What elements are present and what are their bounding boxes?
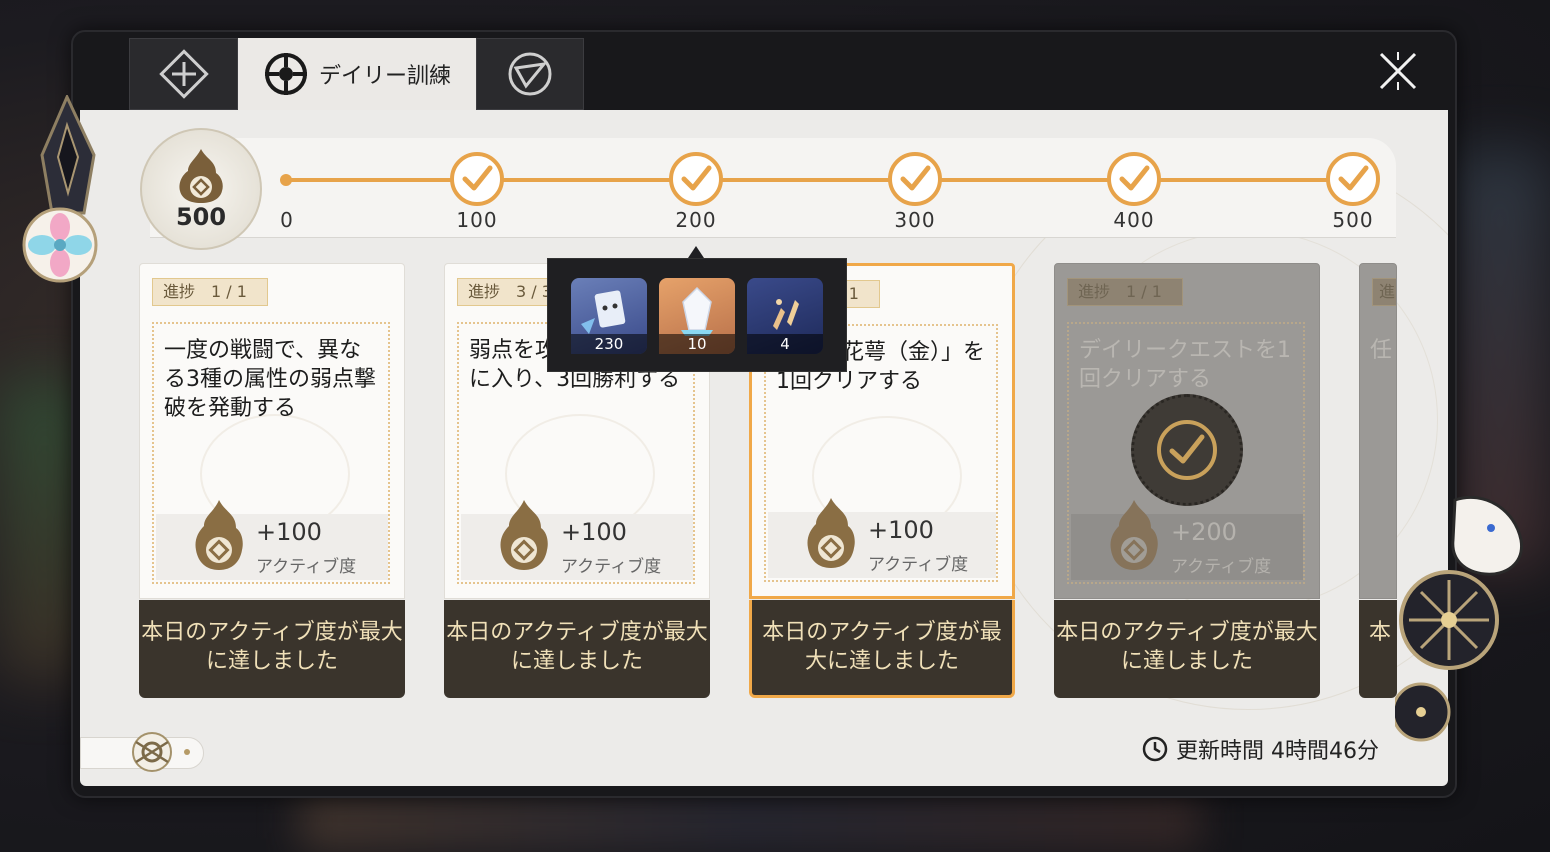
card-footer: 本	[1359, 600, 1397, 698]
check-icon	[1119, 165, 1150, 191]
tab-bar: デイリー訓練	[80, 38, 1448, 110]
reward-amount: +100	[561, 518, 627, 546]
progress-badge: 進捗 1 / 1	[1067, 278, 1183, 306]
quest-description: 一度の戦闘で、異なる3種の属性の弱点撃破を発動する	[164, 338, 376, 421]
reward-item[interactable]: 4	[747, 278, 823, 354]
milestone-node[interactable]	[450, 152, 504, 206]
activity-flame-icon	[497, 496, 551, 578]
milestone-reward-tooltip: 230 10 4	[547, 258, 847, 372]
tab-daily-label: デイリー訓練	[318, 64, 451, 89]
check-icon	[900, 165, 931, 191]
reward-item[interactable]: 10	[659, 278, 735, 354]
milestone-label: 500	[1332, 208, 1374, 232]
gear-emblem-icon[interactable]	[128, 728, 176, 776]
tooltip-pointer	[688, 246, 704, 258]
quest-description: 任	[1370, 338, 1393, 363]
reward-label: アクティブ度	[868, 555, 969, 575]
progress-badge: 進	[1372, 278, 1396, 306]
reward-amount: +100	[868, 516, 934, 544]
activity-medal: 500	[140, 128, 262, 250]
activity-flame-icon	[804, 494, 858, 576]
activity-progress-strip	[150, 138, 1396, 238]
milestone-label: 100	[456, 208, 498, 232]
milestone-label: 400	[1113, 208, 1155, 232]
reward-quantity: 4	[747, 334, 823, 354]
reset-timer: 更新時間 4時間46分	[1142, 734, 1379, 764]
activity-flame-icon	[179, 149, 223, 203]
flower-decoration	[1391, 490, 1535, 760]
progress-badge: 進捗 1 / 1	[152, 278, 268, 306]
reward-quantity: 230	[571, 334, 647, 354]
activity-flame-icon	[1107, 496, 1161, 578]
quest-card-completed[interactable]: 進捗 1 / 1 デイリークエストを1回クリアする +200 アクティブ度	[1054, 263, 1320, 599]
tab-guide[interactable]	[129, 38, 238, 110]
reward-box: +100 アクティブ度	[156, 500, 388, 580]
check-icon	[681, 165, 712, 191]
milestone-node[interactable]	[1107, 152, 1161, 206]
milestone-label: 300	[894, 208, 936, 232]
check-icon	[1338, 165, 1369, 191]
quest-card[interactable]: 進捗 1 / 1 一度の戦闘で、異なる3種の属性の弱点撃破を発動する +100 …	[139, 263, 405, 599]
quest-description: デイリークエストを1回クリアする	[1079, 338, 1291, 392]
indicator-dot	[184, 749, 190, 755]
milestone-label: 0	[280, 208, 294, 232]
tab-other[interactable]	[476, 38, 584, 110]
milestone-node[interactable]	[888, 152, 942, 206]
activity-flame-icon	[192, 496, 246, 578]
reward-box: +200 アクティブ度	[1071, 500, 1303, 580]
reward-quantity: 10	[659, 334, 735, 354]
check-circle-icon	[1157, 420, 1217, 480]
circle-arrow-icon	[506, 50, 554, 98]
progress-start-dot	[280, 174, 292, 186]
diamond-grid-icon	[158, 48, 210, 100]
activity-current-value: 500	[175, 203, 227, 231]
milestone-node[interactable]	[1326, 152, 1380, 206]
reward-label: アクティブ度	[561, 557, 662, 577]
milestone-label: 200	[675, 208, 717, 232]
reward-box: +100 アクティブ度	[768, 498, 996, 578]
background-blur	[300, 790, 1200, 852]
reward-amount: +200	[1171, 518, 1237, 546]
reward-label: アクティブ度	[1171, 557, 1272, 577]
reset-timer-label: 更新時間 4時間46分	[1176, 739, 1379, 764]
reward-box: +100 アクティブ度	[461, 500, 693, 580]
card-footer: 本日のアクティブ度が最大に達しました	[444, 600, 710, 698]
completed-badge	[1131, 394, 1243, 506]
close-button[interactable]	[1375, 48, 1421, 94]
progress-track	[285, 178, 1355, 182]
reward-label: アクティブ度	[256, 557, 357, 577]
reward-amount: +100	[256, 518, 322, 546]
pin-decoration	[12, 93, 112, 295]
milestone-node[interactable]	[669, 152, 723, 206]
close-icon	[1379, 52, 1417, 90]
tab-daily[interactable]: デイリー訓練	[238, 38, 476, 110]
quest-card-partial[interactable]: 進 任	[1359, 263, 1397, 599]
check-icon	[462, 165, 493, 191]
reward-item[interactable]: 230	[571, 278, 647, 354]
compass-icon	[263, 51, 309, 97]
card-footer: 本日のアクティブ度が最大に達しました	[1054, 600, 1320, 698]
clock-icon	[1142, 736, 1168, 762]
card-footer: 本日のアクティブ度が最大に達しました	[749, 600, 1015, 698]
card-footer: 本日のアクティブ度が最大に達しました	[139, 600, 405, 698]
